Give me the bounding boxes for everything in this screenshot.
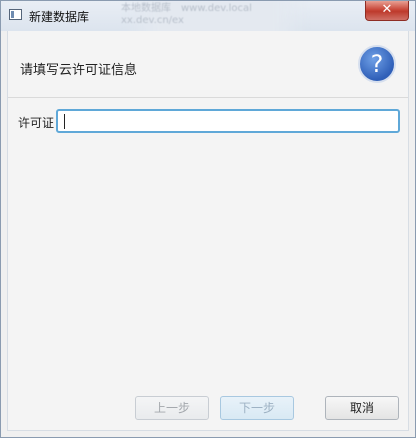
dialog-window: 本地数据库 www.dev.local xx.dev.cn/ex 新建数据库 ✕… bbox=[0, 0, 416, 438]
background-line-2: xx.dev.cn/ex bbox=[121, 15, 184, 26]
license-input[interactable] bbox=[56, 109, 400, 133]
license-label: 许可证 bbox=[18, 116, 55, 130]
text-caret bbox=[64, 114, 65, 129]
close-button[interactable]: ✕ bbox=[365, 1, 409, 21]
previous-button[interactable]: 上一步 bbox=[135, 396, 209, 420]
title-bar[interactable]: 本地数据库 www.dev.local xx.dev.cn/ex 新建数据库 ✕ bbox=[1, 1, 415, 33]
dialog-header: 请填写云许可证信息 ? bbox=[8, 31, 408, 98]
background-window-text: 本地数据库 www.dev.local xx.dev.cn/ex bbox=[121, 1, 311, 33]
license-row: 许可证 bbox=[8, 109, 408, 135]
background-line-1: 本地数据库 www.dev.local bbox=[121, 3, 252, 14]
cancel-button[interactable]: 取消 bbox=[325, 396, 399, 420]
dialog-content: 请填写云许可证信息 ? 许可证 上一步 下一步 取消 bbox=[7, 31, 409, 431]
help-icon: ? bbox=[358, 45, 396, 83]
next-button[interactable]: 下一步 bbox=[220, 396, 294, 420]
instruction-text: 请填写云许可证信息 bbox=[20, 63, 138, 78]
app-window-icon bbox=[9, 9, 22, 20]
window-title: 新建数据库 bbox=[29, 10, 90, 24]
